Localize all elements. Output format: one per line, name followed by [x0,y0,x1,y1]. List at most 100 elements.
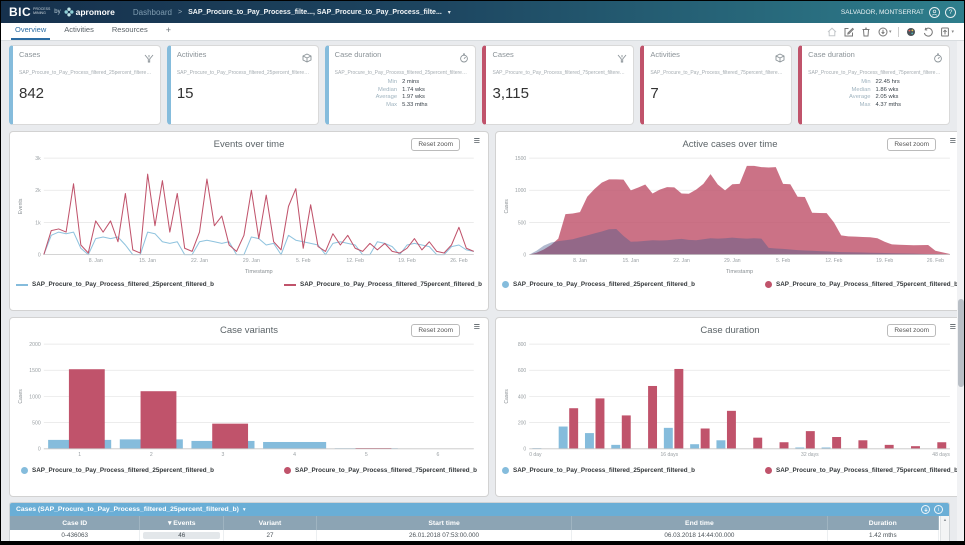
legend-item-75[interactable]: SAP_Procure_to_Pay_Process_filtered_75pe… [765,467,958,474]
svg-text:400: 400 [518,394,527,400]
table-download-icon[interactable] [921,505,930,514]
reset-zoom-button[interactable]: Reset zoom [411,324,460,337]
svg-text:1500: 1500 [515,156,526,162]
tab-resources[interactable]: Resources [108,22,152,40]
download-icon[interactable]: ▾ [878,27,892,37]
svg-text:5. Feb: 5. Feb [296,258,311,264]
legend-item-25[interactable]: SAP_Procure_to_Pay_Process_filtered_25pe… [16,281,214,288]
legend-item-75[interactable]: SAP_Procure_to_Pay_Process_filtered_75pe… [284,281,482,288]
export-report-icon[interactable]: ▾ [940,27,954,37]
cases-table-title[interactable]: Cases (SAP_Procure_to_Pay_Process_filter… [16,506,239,513]
download-caret-icon[interactable]: ▾ [889,29,892,35]
svg-text:19. Feb: 19. Feb [876,258,893,264]
stat-label: Average [335,94,402,100]
user-avatar-icon[interactable] [929,7,940,18]
kpi-subtitle: SAP_Procure_to_Pay_Process_filtered_25pe… [19,70,154,76]
reset-zoom-button[interactable]: Reset zoom [887,138,936,151]
svg-text:6: 6 [436,452,439,458]
palette-icon[interactable] [906,27,916,37]
col-end-time[interactable]: End time [572,516,827,530]
col-duration[interactable]: Duration [827,516,938,530]
table-caret-icon[interactable]: ▾ [243,507,246,513]
kpi-value: 15 [177,85,312,102]
page-scrollbar[interactable] [957,41,964,542]
export-caret-icon[interactable]: ▾ [951,29,954,35]
events-over-time-chart[interactable]: 01k2k3kEvents8. Jan15. Jan22. Jan29. Jan… [16,152,482,276]
stat-value: 4.37 mths [876,102,943,108]
legend-label: SAP_Procure_to_Pay_Process_filtered_75pe… [295,467,477,474]
svg-text:22. Jan: 22. Jan [191,258,208,264]
add-tab-button[interactable]: + [162,22,175,40]
svg-text:1k: 1k [35,220,41,226]
svg-text:Events: Events [18,198,24,214]
filter-icon [617,50,627,68]
stat-label: Median [808,87,875,93]
svg-text:29. Jan: 29. Jan [243,258,260,264]
legend-item-25[interactable]: SAP_Procure_to_Pay_Process_filtered_25pe… [502,281,695,288]
kpi-title: Case duration [808,50,855,59]
delete-icon[interactable] [861,27,871,37]
active-cases-chart[interactable]: 050010001500Cases8. Jan15. Jan22. Jan29.… [502,152,958,276]
reset-zoom-button[interactable]: Reset zoom [887,324,936,337]
svg-text:12. Feb: 12. Feb [825,258,842,264]
cell-case-id: 0-436063 [10,530,140,541]
legend-item-25[interactable]: SAP_Procure_to_Pay_Process_filtered_25pe… [502,467,695,474]
home-icon[interactable] [827,27,837,37]
help-icon[interactable]: ? [945,7,956,18]
stat-label: Max [335,102,402,108]
legend-item-75[interactable]: SAP_Procure_to_Pay_Process_filtered_75pe… [765,281,958,288]
kpi-subtitle: SAP_Procure_to_Pay_Process_filtered_75pe… [650,70,785,76]
svg-text:16 days: 16 days [661,452,679,458]
col-case-id[interactable]: Case ID [10,516,140,530]
case-duration-chart[interactable]: 0200400600800Cases0 day16 days32 days48 … [502,338,958,462]
case-variants-chart[interactable]: 0500100015002000Cases123456 [16,338,482,462]
case-variants-card: Case variants Reset zoom ≡ 0500100015002… [9,317,489,497]
col-events[interactable]: ▾ Events [140,516,224,530]
kpi-title: Cases [19,50,40,59]
svg-text:2000: 2000 [29,342,41,348]
legend-label: SAP_Procure_to_Pay_Process_filtered_25pe… [513,467,695,474]
svg-text:1000: 1000 [29,394,41,400]
table-row[interactable]: 0-436063 46 27 26.01.2018 07:53:00.000 0… [10,530,939,541]
legend-marker-icon [21,467,28,474]
chart-menu-icon[interactable]: ≡ [474,136,480,147]
breadcrumb-separator: > [178,9,182,16]
scroll-up-icon[interactable]: ▲ [943,517,947,522]
kpi-title: Cases [492,50,513,59]
edit-icon[interactable] [844,27,854,37]
svg-text:Timestamp: Timestamp [245,269,273,275]
breadcrumb-dashboard[interactable]: Dashboard [133,8,172,17]
apromore-logo-icon [64,7,74,17]
stat-label: Max [808,102,875,108]
chart-legend: SAP_Procure_to_Pay_Process_filtered_25pe… [502,467,958,474]
bic-logo-subtitle: PROCESS MINING [33,8,50,16]
table-info-icon[interactable]: i [934,505,943,514]
chart-menu-icon[interactable]: ≡ [950,322,956,333]
svg-text:Cases: Cases [504,199,510,214]
scrollbar-thumb[interactable] [958,299,964,387]
legend-item-25[interactable]: SAP_Procure_to_Pay_Process_filtered_25pe… [21,467,214,474]
col-variant[interactable]: Variant [224,516,317,530]
reset-zoom-button[interactable]: Reset zoom [411,138,460,151]
svg-text:29. Jan: 29. Jan [724,258,741,264]
chart-menu-icon[interactable]: ≡ [474,322,480,333]
svg-text:200: 200 [518,420,527,426]
table-scrollbar[interactable]: ▲ [940,516,949,542]
stat-label: Min [335,79,402,85]
breadcrumb-caret-icon[interactable]: ▾ [448,9,451,16]
breadcrumb-current[interactable]: SAP_Procure_to_Pay_Process_filte..., SAP… [188,9,442,16]
sort-caret-icon[interactable]: ▾ [168,520,171,527]
col-start-time[interactable]: Start time [316,516,571,530]
legend-item-75[interactable]: SAP_Procure_to_Pay_Process_filtered_75pe… [284,467,477,474]
legend-marker-icon [765,281,772,288]
tabbar: Overview Activities Resources + ▾ [1,23,964,41]
chart-menu-icon[interactable]: ≡ [950,136,956,147]
tab-activities[interactable]: Activities [60,22,98,40]
svg-text:1: 1 [78,452,81,458]
kpi-value: 842 [19,85,154,102]
svg-text:26. Feb: 26. Feb [927,258,944,264]
kpi-card-activities-25: Activities SAP_Procure_to_Pay_Process_fi… [167,45,319,125]
tab-overview[interactable]: Overview [11,22,50,40]
undo-icon[interactable] [923,27,933,37]
svg-text:0: 0 [523,252,526,258]
